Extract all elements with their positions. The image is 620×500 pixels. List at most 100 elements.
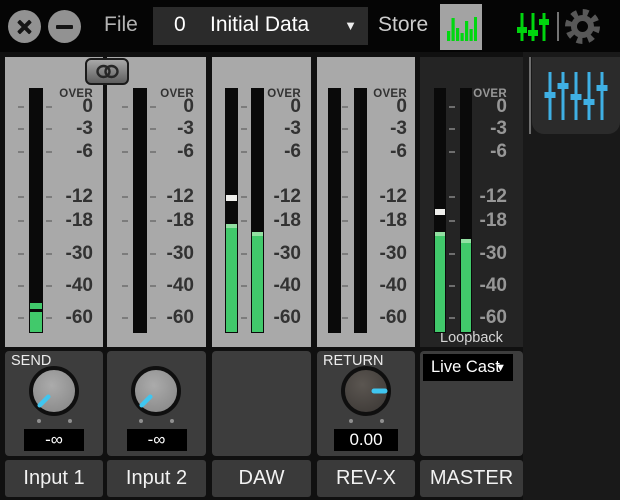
meter-scale-label: -12 — [480, 187, 507, 206]
meter-tick — [18, 196, 24, 198]
meter-scale-label: -6 — [390, 142, 407, 161]
meter-scale-label: -30 — [274, 244, 301, 263]
knob-min-dot — [139, 419, 143, 423]
meter-tick — [46, 128, 52, 130]
mixer-app-window: File 0 Initial Data ▼ Store — [0, 0, 620, 500]
meter-tick — [18, 253, 24, 255]
preset-dropdown[interactable]: 0 Initial Data ▼ — [153, 7, 368, 45]
level-meter-bar — [434, 88, 446, 333]
meter-scale-label: -18 — [66, 211, 93, 230]
meter-tick — [342, 220, 348, 222]
channel-label-master: MASTER — [420, 460, 523, 497]
meter-tick — [449, 285, 455, 287]
return-knob[interactable] — [339, 364, 393, 423]
view-tab-column — [523, 52, 620, 500]
meter-tick — [150, 151, 156, 153]
meter-scale-label: 0 — [290, 97, 301, 116]
mixer-view-button[interactable] — [514, 8, 552, 46]
send-value-input2[interactable]: -∞ — [127, 429, 187, 451]
meter-tick — [46, 151, 52, 153]
meter-tick — [241, 196, 247, 198]
chevron-down-icon: ▼ — [495, 362, 506, 374]
meter-scale-label: 0 — [496, 97, 507, 116]
meter-scale-label: -12 — [66, 187, 93, 206]
meter-tick — [18, 128, 24, 130]
meter-tick — [241, 151, 247, 153]
meter-tick — [18, 220, 24, 222]
send-value-input1[interactable]: -∞ — [24, 429, 84, 451]
meter-scale-label: -18 — [274, 211, 301, 230]
meter-scale-label: -40 — [66, 276, 93, 295]
meter-tick — [342, 196, 348, 198]
meter-scale-label: -12 — [380, 187, 407, 206]
meter-tick — [122, 220, 128, 222]
level-meter-bar — [328, 88, 341, 333]
meter-scale-label: -6 — [284, 142, 301, 161]
meter-tick — [46, 106, 52, 108]
mixer-tab[interactable] — [532, 57, 620, 134]
close-button[interactable] — [8, 10, 41, 43]
meter-tick — [150, 106, 156, 108]
meter-scale-label: -60 — [274, 308, 301, 327]
meter-scale-label: -30 — [167, 244, 194, 263]
meter-tick — [342, 317, 348, 319]
store-button[interactable]: Store — [378, 13, 428, 37]
meter-tick — [342, 285, 348, 287]
meter-scale-label: -60 — [380, 308, 407, 327]
meter-scale-label: -18 — [380, 211, 407, 230]
meter-tick — [449, 253, 455, 255]
stereo-link-button[interactable] — [85, 58, 129, 85]
meter-tick — [449, 317, 455, 319]
meter-tick — [46, 253, 52, 255]
knob-min-dot — [349, 419, 353, 423]
meter-scale-label: 0 — [396, 97, 407, 116]
knob-panel-daw — [212, 351, 311, 456]
meter-scale-label: -3 — [284, 119, 301, 138]
faders-icon — [515, 10, 551, 44]
channel-label-input2: Input 2 — [107, 460, 206, 497]
meter-tick — [46, 317, 52, 319]
meter-panel-input1: OVER0-3-6-12-18-30-40-60 — [5, 57, 103, 347]
meter-tick — [46, 220, 52, 222]
meter-tick — [449, 220, 455, 222]
send-panel-input2: -∞ — [107, 351, 206, 456]
meter-tick — [241, 106, 247, 108]
meter-tick — [241, 317, 247, 319]
send-knob-input1[interactable] — [27, 364, 81, 423]
master-options-panel: Live Cast ▼ — [420, 351, 523, 456]
meter-tick — [150, 317, 156, 319]
meter-tick — [241, 128, 247, 130]
meter-tick — [122, 128, 128, 130]
meter-scale-label: -12 — [167, 187, 194, 206]
channel-label-daw: DAW — [212, 460, 311, 497]
file-label: File — [104, 13, 138, 37]
meter-tick — [150, 128, 156, 130]
livecast-select[interactable]: Live Cast ▼ — [423, 354, 513, 381]
knob-max-dot — [380, 419, 384, 423]
meter-tick — [150, 253, 156, 255]
faders-blue-icon — [543, 68, 609, 124]
settings-button[interactable] — [562, 6, 603, 47]
return-value[interactable]: 0.00 — [334, 429, 398, 451]
meter-view-button[interactable] — [440, 4, 482, 50]
meter-tick — [241, 220, 247, 222]
preset-name: Initial Data — [210, 13, 309, 37]
level-meter-bar — [225, 88, 238, 333]
meter-tick — [449, 128, 455, 130]
return-panel-revx: RETURN 0.00 — [317, 351, 415, 456]
meter-panel-revx: OVER0-3-6-12-18-30-40-60 — [317, 57, 415, 347]
meter-tick — [342, 253, 348, 255]
meter-tick — [18, 285, 24, 287]
channel-label-revx: REV-X — [317, 460, 415, 497]
send-knob-input2[interactable] — [129, 364, 183, 423]
meter-tick — [150, 220, 156, 222]
meter-scale-label: 0 — [82, 97, 93, 116]
meter-scale-label: -60 — [66, 308, 93, 327]
livecast-value: Live Cast — [431, 358, 500, 377]
level-meter-bar — [251, 88, 264, 333]
channel-label-input1: Input 1 — [5, 460, 103, 497]
meter-scale-label: -18 — [167, 211, 194, 230]
minimize-button[interactable] — [48, 10, 81, 43]
meter-scale-label: -40 — [274, 276, 301, 295]
meter-scale-label: -60 — [167, 308, 194, 327]
